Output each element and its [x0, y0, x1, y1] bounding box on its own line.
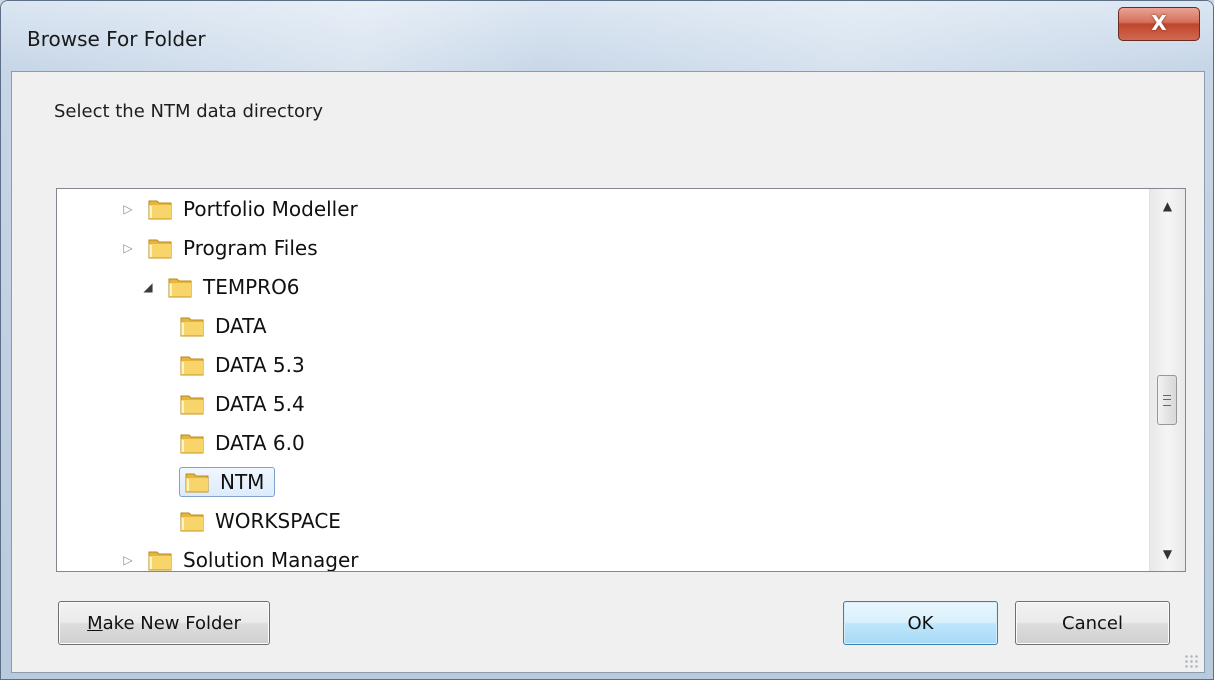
folder-icon: [148, 200, 172, 220]
tree-item[interactable]: NTM: [179, 465, 276, 499]
tree-item[interactable]: ▷ Solution Manager: [121, 543, 365, 571]
tree-item-label: NTM: [220, 470, 265, 494]
tree-item-label: DATA: [215, 314, 267, 338]
tree-item-content: NTM: [179, 467, 276, 497]
make-new-folder-button[interactable]: Make New Folder: [58, 601, 270, 645]
tree-item-label: Program Files: [183, 236, 318, 260]
instruction-text: Select the NTM data directory: [54, 101, 324, 122]
button-label: OK: [907, 612, 934, 634]
mnemonic-letter: M: [87, 612, 103, 634]
folder-icon: [185, 473, 209, 493]
tree-item-label: TEMPRO6: [203, 275, 300, 299]
tree-item-label: Solution Manager: [183, 548, 359, 571]
tree-item-content: Program Files: [147, 234, 324, 262]
tree-item-content: DATA: [179, 312, 273, 340]
ok-button[interactable]: OK: [843, 601, 998, 645]
tree-item-content: TEMPRO6: [167, 273, 306, 301]
grip-icon: [1163, 394, 1171, 406]
tree-item-label: WORKSPACE: [215, 509, 341, 533]
scroll-down-button[interactable]: ▼: [1150, 537, 1185, 571]
cancel-button[interactable]: Cancel: [1015, 601, 1170, 645]
triangle-down-icon[interactable]: ◢: [141, 280, 155, 294]
tree-item[interactable]: ▷ Program Files: [121, 231, 324, 265]
dialog-client-area: Select the NTM data directory ▷ Portfolio…: [11, 71, 1205, 673]
window-title: Browse For Folder: [27, 27, 206, 51]
tree-item-label: DATA 6.0: [215, 431, 305, 455]
tree-item-content: DATA 6.0: [179, 429, 311, 457]
arrow-down-icon: ▼: [1162, 547, 1173, 561]
folder-icon: [180, 356, 204, 376]
tree-item-content: WORKSPACE: [179, 507, 347, 535]
folder-icon: [148, 551, 172, 571]
button-label: Cancel: [1062, 612, 1123, 634]
tree-item-label: Portfolio Modeller: [183, 197, 358, 221]
dialog-window: Browse For Folder X Select the NTM data …: [0, 0, 1214, 680]
close-button[interactable]: X: [1118, 7, 1200, 41]
tree-item-content: DATA 5.3: [179, 351, 311, 379]
scroll-thumb[interactable]: [1157, 375, 1177, 425]
tree-item[interactable]: WORKSPACE: [179, 504, 347, 538]
close-icon: X: [1151, 11, 1167, 35]
tree-item-content: Portfolio Modeller: [147, 195, 364, 223]
folder-icon: [180, 434, 204, 454]
tree-item[interactable]: ▷ Portfolio Modeller: [121, 192, 364, 226]
scroll-up-button[interactable]: ▲: [1150, 189, 1185, 223]
tree-item[interactable]: DATA: [179, 309, 273, 343]
title-bar[interactable]: Browse For Folder X: [1, 1, 1213, 71]
vertical-scrollbar[interactable]: ▲ ▼: [1149, 189, 1185, 571]
arrow-up-icon: ▲: [1162, 199, 1173, 213]
folder-icon: [148, 239, 172, 259]
tree-item-label: DATA 5.3: [215, 353, 305, 377]
tree-item-content: Solution Manager: [147, 546, 365, 571]
folder-icon: [180, 512, 204, 532]
triangle-right-icon[interactable]: ▷: [121, 202, 135, 216]
tree-item-label: DATA 5.4: [215, 392, 305, 416]
tree-item[interactable]: DATA 5.4: [179, 387, 311, 421]
folder-icon: [168, 278, 192, 298]
resize-grip-icon[interactable]: [1184, 654, 1198, 668]
tree-item[interactable]: DATA 5.3: [179, 348, 311, 382]
folder-icon: [180, 395, 204, 415]
folder-icon: [180, 317, 204, 337]
button-label: ake New Folder: [102, 612, 241, 634]
folder-tree-viewport: ▷ Portfolio Modeller ▷ Program Files ◢ TEMPRO…: [57, 189, 1150, 571]
tree-item[interactable]: DATA 6.0: [179, 426, 311, 460]
tree-item[interactable]: ◢ TEMPRO6: [141, 270, 306, 304]
folder-tree[interactable]: ▷ Portfolio Modeller ▷ Program Files ◢ TEMPRO…: [56, 188, 1186, 572]
triangle-right-icon[interactable]: ▷: [121, 241, 135, 255]
tree-item-content: DATA 5.4: [179, 390, 311, 418]
triangle-right-icon[interactable]: ▷: [121, 553, 135, 567]
